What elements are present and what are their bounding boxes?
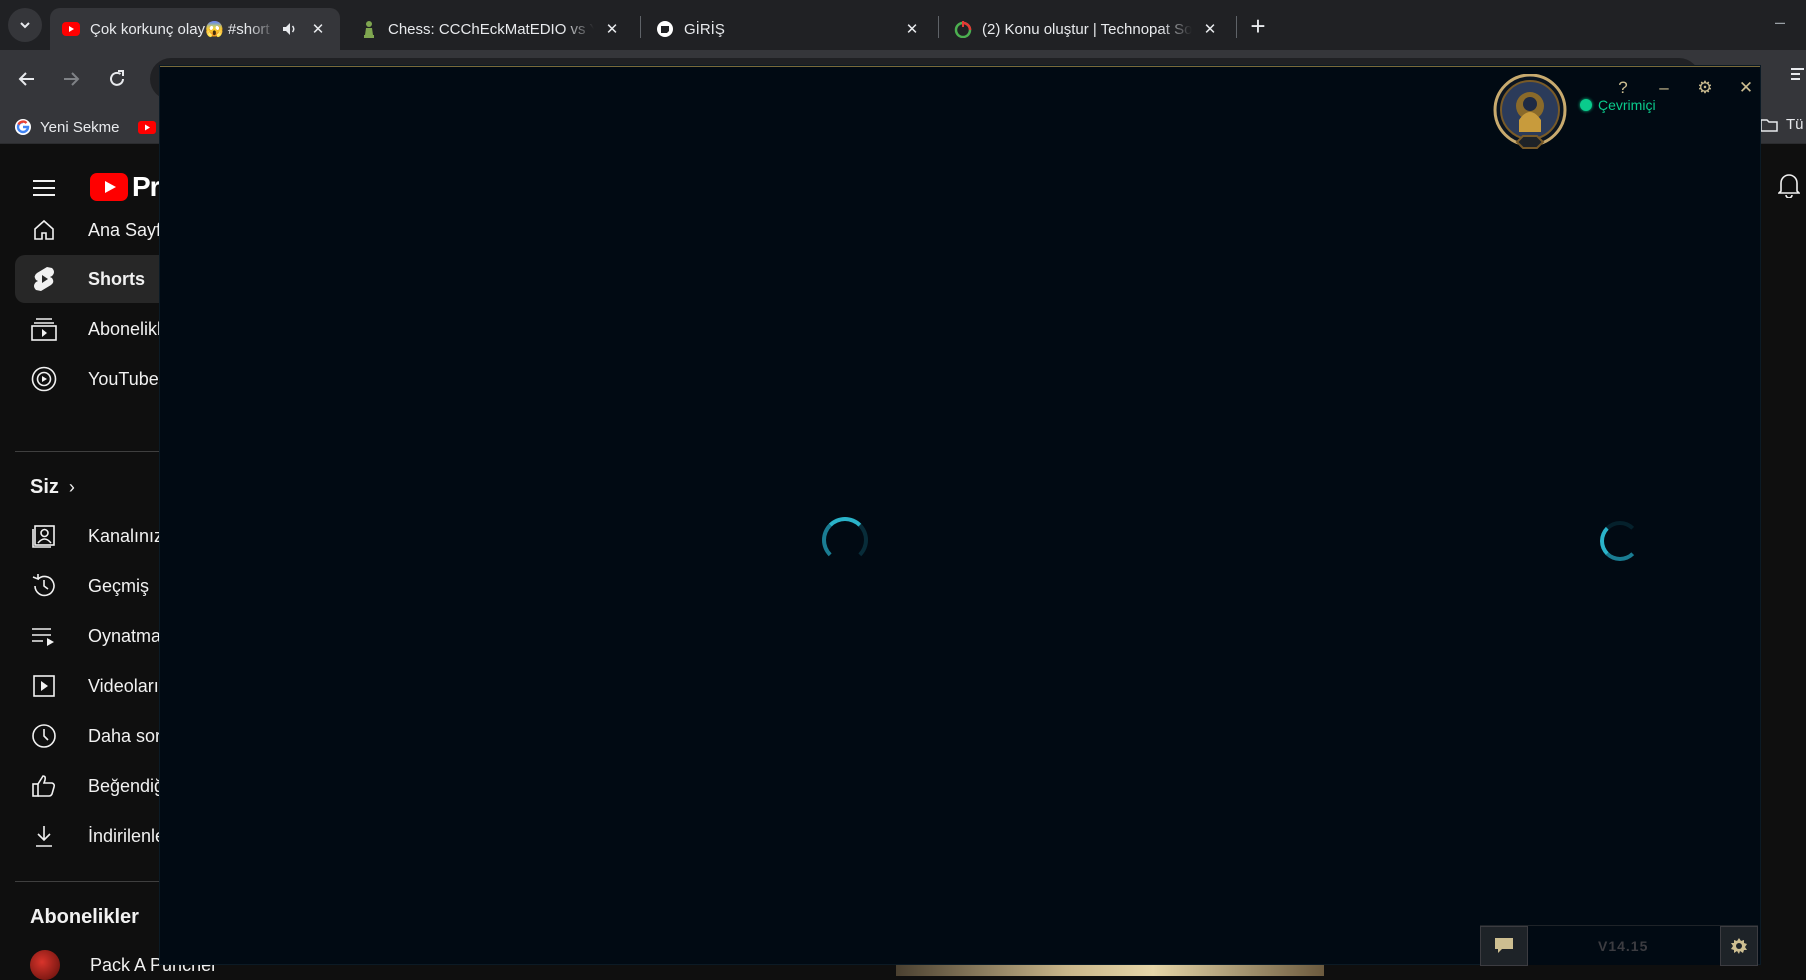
browser-tab-youtube[interactable]: Çok korkunç olay😱 #short ✕ (50, 8, 340, 50)
tab-close-button[interactable]: ✕ (602, 19, 622, 39)
game-client-window: Çevrimiçi ? – ⚙ ✕ V14.15 (160, 66, 1760, 966)
tab-title: Çok korkunç olay😱 #short (90, 21, 270, 38)
reload-icon (110, 70, 124, 86)
bug-report-button[interactable] (1720, 926, 1758, 966)
youtube-logo-icon (90, 173, 128, 201)
sidebar-item-label: Ana Sayf (88, 219, 162, 240)
your-videos-icon (30, 672, 58, 700)
window-minimize-button[interactable]: – (1768, 12, 1792, 36)
sidebar-item-label: Shorts (88, 268, 146, 289)
bookmark-yeni-sekme[interactable]: Yeni Sekme (14, 116, 120, 138)
online-status-dot (1580, 99, 1592, 111)
help-button[interactable]: ? (1610, 75, 1636, 101)
browser-tab-technopat[interactable]: (2) Konu oluştur | Technopat Sosyal ✕ (942, 8, 1232, 50)
bookmark-folder[interactable]: Tü (1760, 116, 1804, 133)
notifications-bell-icon[interactable] (1778, 172, 1806, 202)
history-icon (30, 572, 58, 600)
download-icon (30, 822, 58, 850)
browser-tab-strip: Çok korkunç olay😱 #short ✕ Chess: CCChEc… (0, 0, 1806, 50)
sidebar-item-label: Kanalınız (88, 525, 164, 546)
tab-close-button[interactable]: ✕ (308, 19, 328, 39)
settings-button[interactable]: ⚙ (1692, 75, 1718, 101)
chess-pawn-icon (360, 20, 378, 38)
browser-tab-chess[interactable]: Chess: CCChEckMatEDIO vs Yisu ✕ (348, 8, 634, 50)
youtube-icon (62, 20, 80, 38)
chat-bubble-icon (1495, 938, 1513, 953)
sidebar-item-label: Geçmiş (88, 575, 150, 596)
chat-button[interactable] (1480, 926, 1528, 966)
bookmark-label: Yeni Sekme (40, 118, 120, 136)
you-section-header[interactable]: Siz › (30, 476, 75, 499)
watch-later-icon (30, 722, 58, 750)
forward-button[interactable] (56, 64, 86, 94)
tab-close-button[interactable]: ✕ (1200, 19, 1220, 39)
tab-separator (640, 16, 641, 38)
tab-separator (938, 16, 939, 38)
google-icon (14, 118, 32, 136)
you-section-title: Siz (30, 476, 59, 498)
browser-tab-giris[interactable]: GİRİŞ ✕ (644, 8, 934, 50)
tab-search-button[interactable] (8, 8, 42, 42)
speaker-icon[interactable] (282, 20, 300, 38)
subscriptions-section-title: Abonelikler (30, 906, 139, 928)
sidebar-item-label: Oynatma (88, 625, 162, 646)
sidebar-item-label: Daha sor (88, 725, 162, 746)
playlists-icon (30, 622, 58, 650)
reading-list-icon[interactable] (1790, 66, 1806, 92)
loading-spinner-icon (1600, 521, 1640, 561)
sidebar-item-label: İndirilenle (88, 825, 166, 846)
youtube-music-icon (30, 365, 58, 393)
tab-separator (1236, 16, 1237, 38)
sidebar-item-label: Videoları (88, 675, 159, 696)
reload-button[interactable] (102, 64, 132, 94)
chevron-down-icon (20, 22, 30, 29)
subscriptions-icon (30, 315, 58, 343)
video-thumbnail[interactable] (896, 964, 1324, 976)
minimize-button[interactable]: – (1651, 75, 1677, 101)
client-version: V14.15 (1598, 938, 1649, 954)
tab-title: (2) Konu oluştur | Technopat Sosyal (982, 20, 1192, 38)
profile-avatar[interactable] (1491, 74, 1569, 152)
liked-icon (30, 772, 58, 800)
youtube-icon (138, 118, 156, 136)
bookmark-folder-label: Tü (1786, 116, 1804, 133)
bug-icon (1731, 938, 1747, 954)
arrow-left-icon (18, 72, 34, 86)
arrow-right-icon (64, 72, 80, 86)
tab-title: Chess: CCChEckMatEDIO vs Yisu (388, 20, 594, 38)
chevron-right-icon: › (68, 477, 75, 497)
sidebar-item-label: Abonelikl (88, 318, 162, 339)
hamburger-menu-icon[interactable] (30, 174, 58, 202)
your-channel-icon (30, 522, 58, 550)
sidebar-divider (15, 451, 160, 452)
new-tab-button[interactable]: + (1244, 12, 1272, 40)
loading-spinner-icon (822, 517, 868, 563)
tab-close-button[interactable]: ✕ (902, 19, 922, 39)
technopat-icon (954, 20, 972, 38)
client-footer-bar: V14.15 (1480, 925, 1758, 966)
home-icon (30, 216, 58, 244)
folder-icon (1760, 118, 1778, 132)
sidebar-item-label: YouTube (88, 368, 159, 389)
tab-title: GİRİŞ (684, 20, 725, 38)
sidebar-item-label: Beğendiğ (88, 775, 165, 796)
sidebar-divider (15, 881, 160, 882)
close-button[interactable]: ✕ (1733, 75, 1759, 101)
back-button[interactable] (12, 64, 42, 94)
site-icon (656, 20, 674, 38)
shorts-icon (30, 265, 58, 293)
